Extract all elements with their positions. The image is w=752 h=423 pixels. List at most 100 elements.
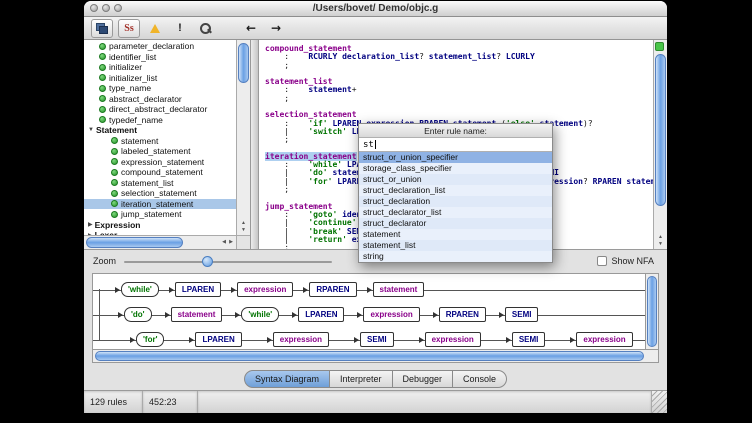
diagram-node[interactable]: RPAREN	[309, 282, 356, 297]
warning-triangle-icon	[150, 24, 160, 33]
editor-vertical-scrollbar[interactable]: ▲ ▼	[653, 40, 667, 249]
tab-interpreter[interactable]: Interpreter	[330, 370, 393, 388]
scroll-up-arrow-icon[interactable]: ▲	[658, 235, 663, 240]
slider-knob[interactable]	[202, 256, 213, 267]
scroll-thumb[interactable]	[647, 276, 657, 347]
diagram-node[interactable]: expression	[237, 282, 293, 297]
diagram-node[interactable]: 'do'	[124, 307, 152, 322]
diagram-node[interactable]: statement	[171, 307, 223, 322]
tab-console[interactable]: Console	[453, 370, 507, 388]
tab-syntax-diagram[interactable]: Syntax Diagram	[244, 370, 330, 388]
tree-item-labeled_statement[interactable]: labeled_statement	[84, 146, 236, 157]
resize-grip-icon[interactable]	[652, 391, 667, 413]
scroll-down-arrow-icon[interactable]: ▼	[658, 242, 663, 247]
tab-debugger[interactable]: Debugger	[393, 370, 454, 388]
diagram-node[interactable]: expression	[425, 332, 481, 347]
console-view-button[interactable]	[91, 19, 113, 38]
diagram-node[interactable]: LPAREN	[195, 332, 241, 347]
arrow-connector-icon	[293, 286, 309, 293]
scroll-thumb[interactable]	[655, 54, 666, 206]
scroll-up-arrow-icon[interactable]: ▲	[241, 221, 246, 226]
popup-list-item[interactable]: struct_declaration_list	[359, 185, 552, 196]
popup-list-item[interactable]: storage_class_specifier	[359, 163, 552, 174]
diagram-node[interactable]: 'for'	[136, 332, 164, 347]
tree-item-abstract_declarator[interactable]: abstract_declarator	[84, 94, 236, 105]
diagram-node[interactable]: SEMI	[360, 332, 394, 347]
tree-item-selection_statement[interactable]: selection_statement	[84, 188, 236, 199]
scroll-down-arrow-icon[interactable]: ▼	[241, 228, 246, 233]
diagram-node[interactable]: LPAREN	[298, 307, 344, 322]
tree-horizontal-scrollbar[interactable]: ◀ ▶	[84, 235, 236, 249]
diagram-vertical-scrollbar[interactable]	[646, 273, 659, 350]
diagram-row: 'while' LPAREN expression RPAREN statement	[93, 277, 646, 302]
code-line: ;	[265, 95, 653, 103]
diagram-node[interactable]: expression	[576, 332, 632, 347]
diagram-node[interactable]: 'while'	[121, 282, 159, 297]
rule-name-input[interactable]: st	[359, 138, 552, 152]
tree-item-direct_abstract_declarator[interactable]: direct_abstract_declarator	[84, 104, 236, 115]
tree-item-iteration_statement[interactable]: iteration_statement	[84, 199, 236, 210]
diagram-node[interactable]: 'while'	[241, 307, 279, 322]
diagram-node[interactable]: LPAREN	[175, 282, 221, 297]
popup-list-item[interactable]: struct_or_union_specifier	[359, 152, 552, 163]
tree-item-label: iteration_statement	[121, 199, 193, 209]
arrow-connector-icon	[105, 311, 124, 318]
find-button[interactable]	[195, 20, 215, 37]
tree-item-label: typedef_name	[109, 115, 163, 125]
triangle-open-icon[interactable]: ▼	[88, 127, 94, 133]
scroll-thumb[interactable]	[95, 351, 644, 361]
tree-vertical-scrollbar[interactable]: ▲ ▼	[236, 40, 250, 235]
popup-list-item[interactable]: struct_or_union	[359, 174, 552, 185]
minimize-button[interactable]	[102, 4, 110, 12]
check-grammar-button[interactable]	[145, 20, 165, 37]
tree-item-statement_list[interactable]: statement_list	[84, 178, 236, 189]
scroll-thumb[interactable]	[86, 237, 183, 248]
arrow-connector-icon	[242, 336, 273, 343]
input-value: st	[363, 140, 374, 150]
popup-list-item[interactable]: statement_list	[359, 240, 552, 251]
back-button[interactable]: ←	[241, 20, 261, 37]
diagram-node[interactable]: RPAREN	[439, 307, 486, 322]
zoom-button[interactable]	[114, 4, 122, 12]
tree-item-Expression[interactable]: ▶Expression	[84, 220, 236, 231]
syntax-coloring-button[interactable]: Ss	[118, 19, 140, 38]
diagram-horizontal-scrollbar[interactable]	[92, 350, 659, 363]
diagram-node[interactable]: expression	[363, 307, 419, 322]
popup-list-item[interactable]: struct_declarator	[359, 218, 552, 229]
show-nfa-checkbox[interactable]	[597, 256, 607, 266]
tree-item-identifier_list[interactable]: identifier_list	[84, 52, 236, 63]
scroll-left-arrow-icon[interactable]: ◀	[222, 240, 226, 245]
diagram-node[interactable]: SEMI	[512, 332, 546, 347]
tree-item-Statement[interactable]: ▼Statement	[84, 125, 236, 136]
diagram-node[interactable]: SEMI	[505, 307, 539, 322]
tree-item-initializer[interactable]: initializer	[84, 62, 236, 73]
diagram-node[interactable]: statement	[373, 282, 425, 297]
close-button[interactable]	[90, 4, 98, 12]
popup-list-item[interactable]: struct_declarator_list	[359, 207, 552, 218]
panel-splitter[interactable]	[251, 40, 259, 249]
popup-list-item[interactable]: struct_declaration	[359, 196, 552, 207]
tree-item-typedef_name[interactable]: typedef_name	[84, 115, 236, 126]
zoom-label: Zoom	[93, 256, 116, 266]
tree-item-statement[interactable]: statement	[84, 136, 236, 147]
tree-item-initializer_list[interactable]: initializer_list	[84, 73, 236, 84]
tree-item-jump_statement[interactable]: jump_statement	[84, 209, 236, 220]
diagram-node[interactable]: expression	[273, 332, 329, 347]
popup-list-item[interactable]: statement	[359, 229, 552, 240]
popup-list-item[interactable]: string	[359, 251, 552, 262]
triangle-closed-icon[interactable]: ▶	[88, 221, 93, 228]
scroll-thumb[interactable]	[238, 43, 249, 83]
zoom-slider[interactable]	[124, 255, 332, 268]
forward-button[interactable]: →	[266, 20, 286, 37]
debug-button[interactable]: !	[170, 20, 190, 37]
back-button-label: ←	[246, 21, 256, 35]
scroll-right-arrow-icon[interactable]: ▶	[229, 240, 233, 245]
code-line: ;	[265, 62, 653, 70]
scrollbar-corner	[236, 235, 250, 249]
rule-icon	[111, 169, 118, 176]
tree-item-expression_statement[interactable]: expression_statement	[84, 157, 236, 168]
tree-item-parameter_declaration[interactable]: parameter_declaration	[84, 41, 236, 52]
title-bar[interactable]: /Users/bovet/ Demo/objc.g	[84, 1, 667, 17]
tree-item-type_name[interactable]: type_name	[84, 83, 236, 94]
tree-item-compound_statement[interactable]: compound_statement	[84, 167, 236, 178]
